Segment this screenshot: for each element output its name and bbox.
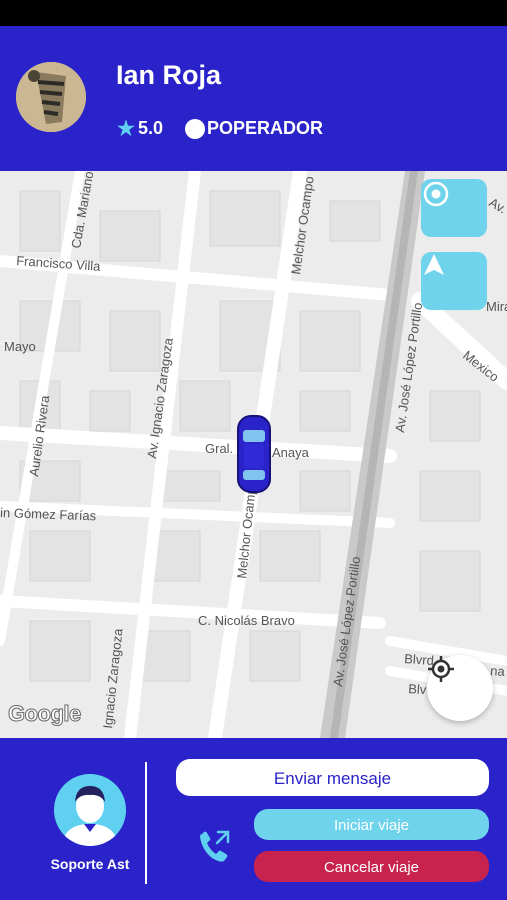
- divider: [145, 762, 147, 884]
- street-label: Francisco Villa: [16, 253, 102, 274]
- street-label: Anaya: [272, 445, 310, 460]
- phone-call-icon[interactable]: [196, 828, 232, 864]
- navigation-arrow-icon: [424, 254, 444, 275]
- action-panel: Soporte Ast Enviar mensaje Iniciar viaje…: [0, 738, 507, 900]
- map-view[interactable]: Francisco Villa Mayo Cda. Mariano Melcho…: [0, 171, 507, 738]
- crosshair-icon: [428, 656, 454, 682]
- driver-avatar[interactable]: [16, 62, 86, 132]
- street-label: C. Nicolás Bravo: [198, 613, 295, 628]
- support-label: Soporte Ast: [50, 856, 130, 872]
- street-label: Ignacio Zaragoza: [100, 627, 125, 729]
- navigate-button[interactable]: [421, 252, 487, 310]
- send-message-button[interactable]: Enviar mensaje: [176, 759, 489, 796]
- street-label: Melchor Ocampo: [234, 479, 259, 579]
- target-icon: [423, 181, 449, 207]
- star-icon: ★: [117, 118, 135, 140]
- status-bar: [0, 0, 507, 26]
- start-trip-button[interactable]: Iniciar viaje: [254, 809, 489, 840]
- street-label: Gral.: [205, 441, 233, 456]
- cancel-trip-button[interactable]: Cancelar viaje: [254, 851, 489, 882]
- google-logo: Google: [8, 701, 82, 727]
- street-label: in Gómez Farías: [0, 505, 97, 523]
- support-avatar[interactable]: [54, 774, 126, 846]
- user-icon: [54, 774, 126, 846]
- driver-name: Ian Roja: [116, 60, 222, 90]
- street-label: Mayo: [4, 339, 36, 354]
- driver-rating: 5.0: [137, 118, 163, 138]
- driver-meta: ★ 5.0 POPERADOR: [117, 116, 323, 141]
- center-map-button[interactable]: [421, 179, 487, 237]
- street-label: na: [490, 663, 506, 679]
- driver-role: POPERADOR: [206, 118, 323, 138]
- status-dot-icon: [184, 118, 205, 139]
- street-label: Av.: [487, 195, 507, 217]
- car-marker-icon: [237, 415, 271, 493]
- my-location-button[interactable]: [427, 655, 493, 721]
- driver-header: Ian Roja ★ 5.0 POPERADOR: [0, 26, 507, 171]
- street-label: Blv: [408, 681, 428, 697]
- street-label: Mira: [486, 299, 507, 314]
